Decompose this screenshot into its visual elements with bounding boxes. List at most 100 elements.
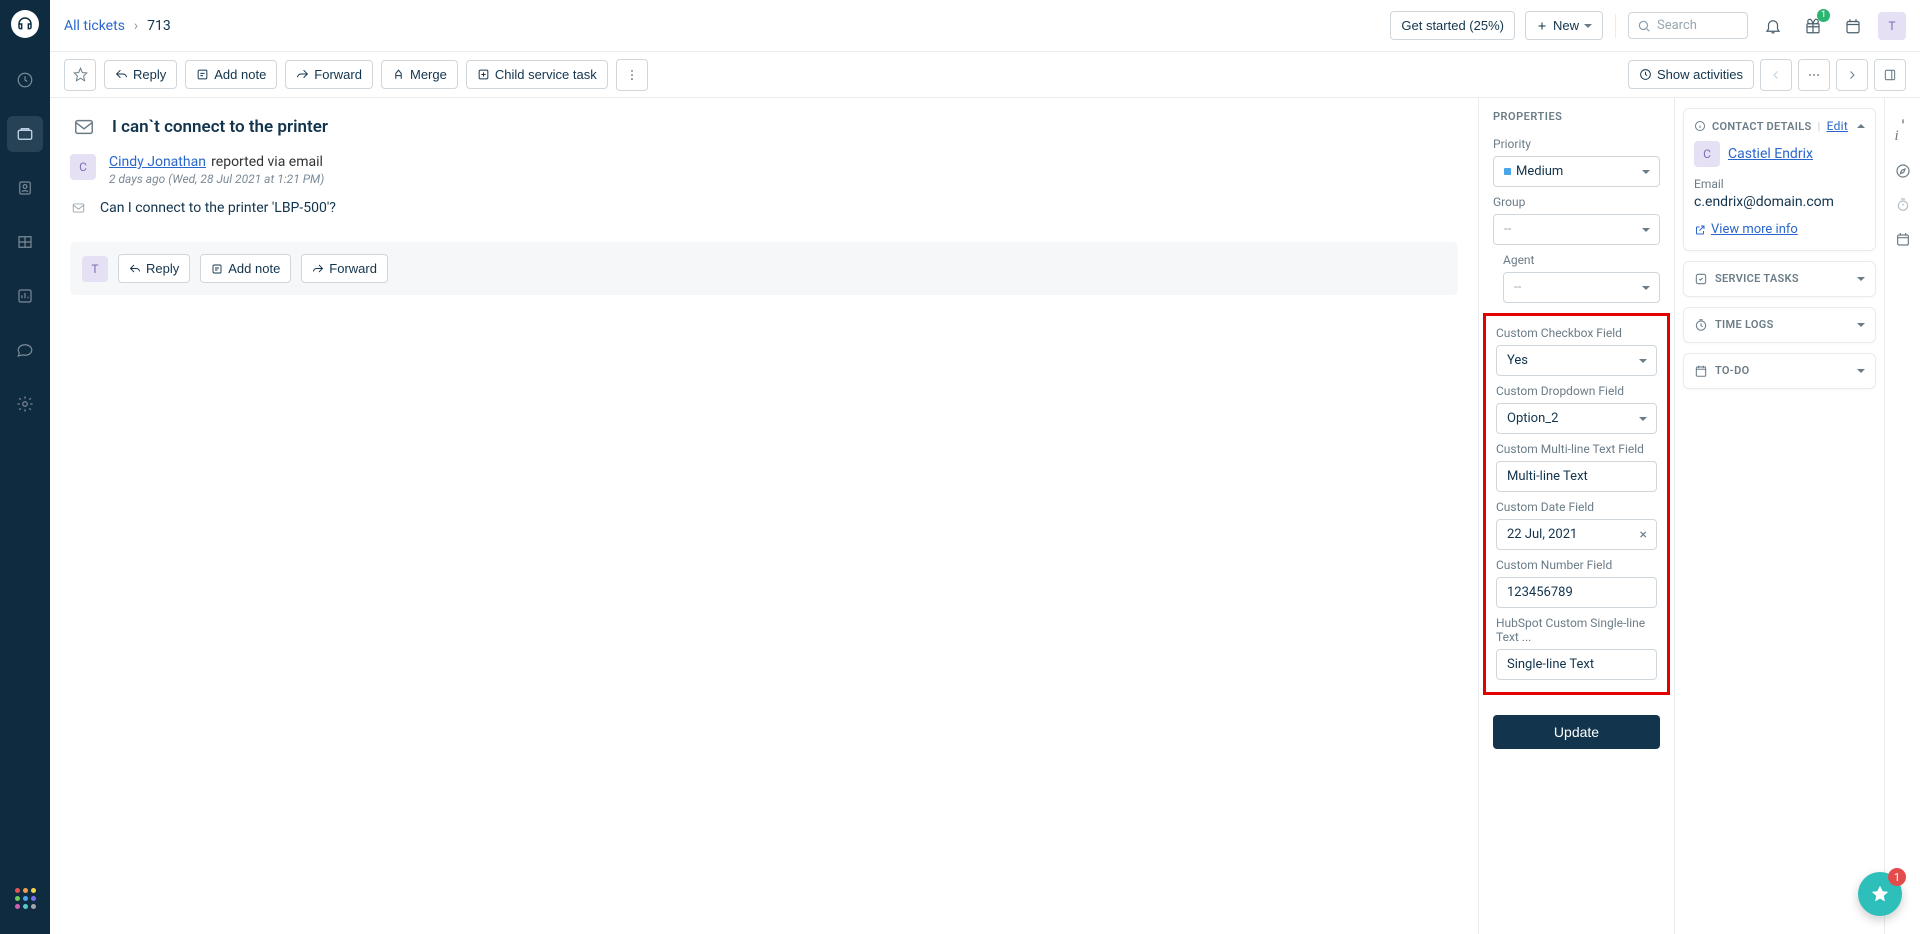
priority-value: Medium	[1516, 164, 1563, 179]
reply-card-reply-button[interactable]: Reply	[118, 254, 190, 283]
custom-multiline-field: Custom Multi-line Text Field Multi-line …	[1486, 436, 1667, 494]
rail-calendar-icon[interactable]	[1895, 231, 1911, 247]
next-ticket-button[interactable]	[1836, 59, 1868, 91]
topbar-right: Get started (25%) New Search 1	[1390, 11, 1906, 41]
nav-admin-icon[interactable]	[7, 386, 43, 422]
update-button[interactable]: Update	[1493, 715, 1660, 749]
agent-select[interactable]: --	[1503, 272, 1660, 303]
agent-field: Agent --	[1479, 247, 1674, 305]
custom-number-field: Custom Number Field 123456789	[1486, 552, 1667, 610]
external-link-icon	[1694, 224, 1706, 236]
freshworks-icon	[1869, 883, 1891, 905]
nav-dashboard-icon[interactable]	[7, 62, 43, 98]
add-note-button[interactable]: Add note	[185, 60, 277, 89]
custom-number-input[interactable]: 123456789	[1496, 577, 1657, 608]
search-input[interactable]: Search	[1628, 12, 1748, 39]
child-service-task-button[interactable]: Child service task	[466, 60, 608, 89]
mail-small-icon	[70, 201, 87, 215]
custom-checkbox-select[interactable]: Yes	[1496, 345, 1657, 376]
group-label: Group	[1493, 195, 1660, 209]
ticket-title: I can`t connect to the printer	[112, 117, 328, 137]
chevron-down-icon	[1857, 369, 1865, 373]
custom-date-label: Custom Date Field	[1496, 500, 1657, 514]
custom-dropdown-value: Option_2	[1507, 411, 1558, 426]
nav-contacts-icon[interactable]	[7, 170, 43, 206]
search-placeholder: Search	[1657, 18, 1697, 33]
search-icon	[1637, 19, 1651, 33]
custom-fields-highlight: Custom Checkbox Field Yes Custom Dropdow…	[1483, 313, 1670, 695]
custom-multiline-input[interactable]: Multi-line Text	[1496, 461, 1657, 492]
properties-panel: PROPERTIES Priority Medium Group -- Agen…	[1478, 98, 1674, 934]
time-logs-section[interactable]: TIME LOGS	[1683, 307, 1876, 343]
ticket-toolbar: Reply Add note Forward Merge Child servi…	[50, 52, 1920, 98]
reporter-avatar: C	[70, 154, 96, 180]
more-actions-button[interactable]	[616, 59, 648, 91]
reply-card-addnote-label: Add note	[228, 261, 280, 276]
right-icon-rail: i	[1884, 98, 1920, 934]
message-body: Can I connect to the printer 'LBP-500'?	[100, 200, 336, 216]
custom-number-value: 123456789	[1507, 585, 1573, 600]
reporter-name-link[interactable]: Cindy Jonathan	[109, 154, 206, 170]
star-button[interactable]	[64, 59, 96, 91]
merge-button[interactable]: Merge	[381, 60, 458, 89]
contact-avatar: C	[1694, 141, 1720, 167]
app-logo[interactable]	[11, 10, 39, 38]
view-more-link[interactable]: View more info	[1694, 222, 1798, 237]
rail-explore-icon[interactable]	[1895, 163, 1911, 179]
service-tasks-label: SERVICE TASKS	[1715, 272, 1799, 285]
todo-section[interactable]: TO-DO	[1683, 353, 1876, 389]
app-launcher-icon[interactable]	[7, 880, 43, 916]
service-tasks-section[interactable]: SERVICE TASKS	[1683, 261, 1876, 297]
notifications-icon[interactable]	[1758, 11, 1788, 41]
priority-label: Priority	[1493, 137, 1660, 151]
chevron-down-icon	[1857, 323, 1865, 327]
chevron-up-icon[interactable]	[1857, 124, 1865, 128]
custom-date-input[interactable]: 22 Jul, 2021	[1496, 519, 1657, 550]
expand-panel-button[interactable]	[1874, 59, 1906, 91]
group-select[interactable]: --	[1493, 214, 1660, 245]
breadcrumb-root[interactable]: All tickets	[64, 18, 125, 34]
ticket-body: I can`t connect to the printer C Cindy J…	[50, 98, 1478, 934]
priority-select[interactable]: Medium	[1493, 156, 1660, 187]
group-value: --	[1504, 222, 1511, 237]
gift-icon[interactable]: 1	[1798, 11, 1828, 41]
breadcrumb-current: 713	[147, 18, 171, 34]
rail-info-icon[interactable]: i	[1895, 112, 1911, 145]
gift-badge: 1	[1817, 9, 1830, 22]
reporter-info: Cindy Jonathan reported via email 2 days…	[109, 154, 324, 186]
contact-edit-link[interactable]: Edit	[1827, 119, 1849, 133]
calendar-icon[interactable]	[1838, 11, 1868, 41]
time-logs-label: TIME LOGS	[1715, 318, 1774, 331]
custom-multiline-value: Multi-line Text	[1507, 469, 1588, 484]
contact-header: CONTACT DETAILS	[1712, 120, 1812, 133]
nav-solutions-icon[interactable]	[7, 224, 43, 260]
reporter-via: reported via email	[211, 154, 323, 170]
reply-label: Reply	[133, 67, 166, 82]
user-avatar[interactable]: T	[1878, 12, 1906, 40]
agent-value: --	[1514, 280, 1521, 295]
custom-dropdown-select[interactable]: Option_2	[1496, 403, 1657, 434]
forward-label: Forward	[314, 67, 362, 82]
rail-timer-icon[interactable]	[1895, 197, 1911, 213]
right-panels: CONTACT DETAILS | Edit C Castiel Endrix …	[1674, 98, 1884, 934]
forward-button[interactable]: Forward	[285, 60, 373, 89]
show-activities-button[interactable]: Show activities	[1628, 60, 1754, 89]
custom-singleline-input[interactable]: Single-line Text	[1496, 649, 1657, 680]
service-tasks-icon	[1694, 272, 1708, 286]
reply-card-addnote-button[interactable]: Add note	[200, 254, 291, 283]
reply-button[interactable]: Reply	[104, 60, 177, 89]
custom-date-value: 22 Jul, 2021	[1507, 527, 1577, 542]
nav-tickets-icon[interactable]	[7, 116, 43, 152]
add-note-label: Add note	[214, 67, 266, 82]
time-logs-icon	[1694, 318, 1708, 332]
nav-reports-icon[interactable]	[7, 278, 43, 314]
merge-label: Merge	[410, 67, 447, 82]
get-started-button[interactable]: Get started (25%)	[1390, 11, 1515, 40]
nav-social-icon[interactable]	[7, 332, 43, 368]
prev-ticket-button[interactable]	[1760, 59, 1792, 91]
ticket-more-button[interactable]	[1798, 59, 1830, 91]
chat-fab[interactable]: 1	[1858, 872, 1902, 916]
contact-name-link[interactable]: Castiel Endrix	[1728, 146, 1813, 162]
new-button[interactable]: New	[1525, 11, 1603, 40]
reply-card-forward-button[interactable]: Forward	[301, 254, 388, 283]
